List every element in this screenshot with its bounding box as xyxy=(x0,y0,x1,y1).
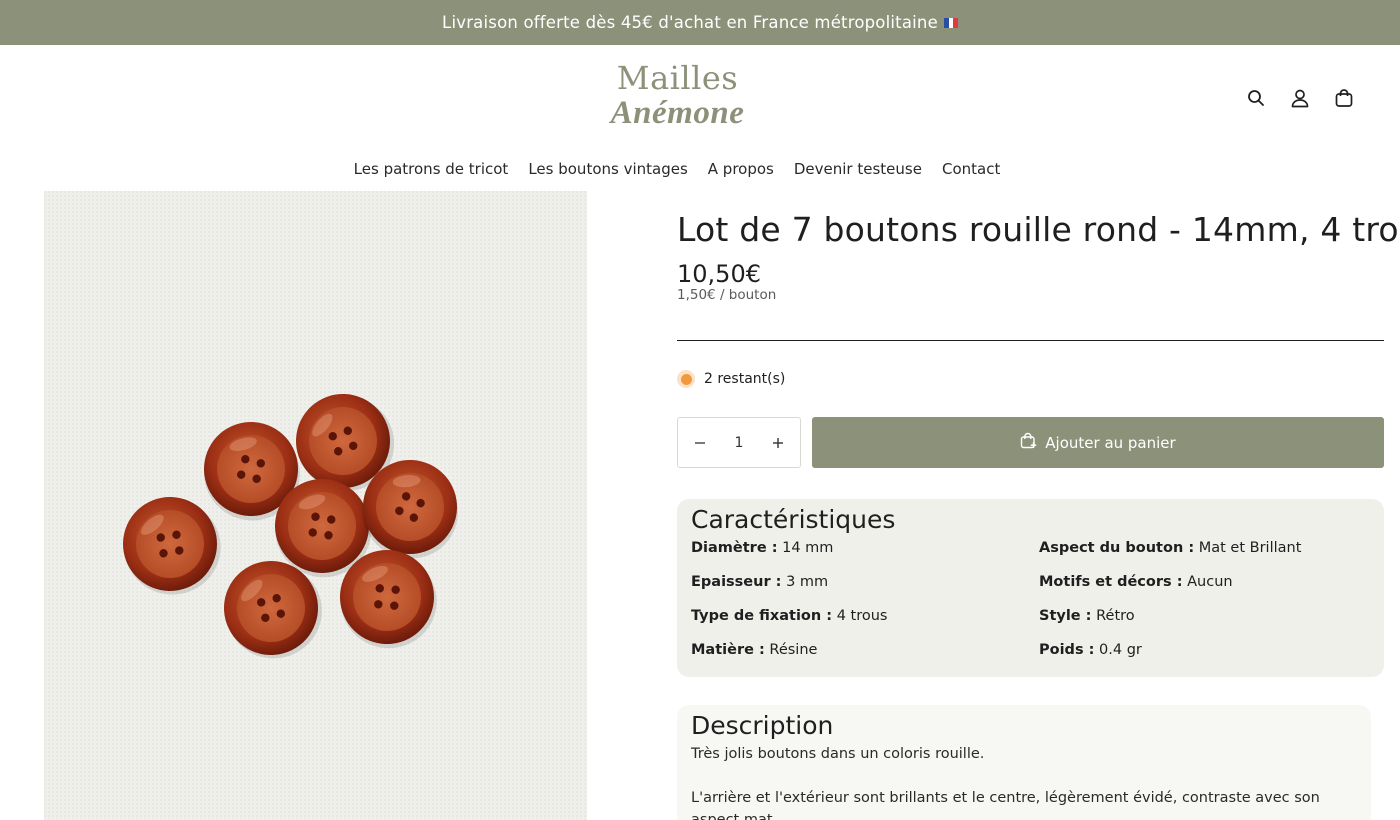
spec-label: Epaisseur : xyxy=(691,574,782,590)
spec-value: 3 mm xyxy=(786,574,829,590)
description-paragraph: L'arrière et l'extérieur sont brillants … xyxy=(691,790,1320,820)
description-heading: Description xyxy=(691,711,834,740)
nav-item-contact[interactable]: Contact xyxy=(942,160,1000,178)
spec-item: Style : Rétro xyxy=(1039,605,1369,628)
stock-dot-icon xyxy=(677,370,695,388)
spec-value: 0.4 gr xyxy=(1099,642,1142,658)
spec-label: Poids : xyxy=(1039,642,1095,658)
product-image[interactable] xyxy=(44,191,587,820)
spec-label: Aspect du bouton : xyxy=(1039,540,1195,556)
spec-label: Motifs et décors : xyxy=(1039,574,1183,590)
spec-item: Epaisseur : 3 mm xyxy=(691,571,1039,594)
french-flag-icon xyxy=(943,17,958,28)
divider xyxy=(677,340,1384,341)
announcement-bar: Livraison offerte dès 45€ d'achat en Fra… xyxy=(0,0,1400,45)
unit-price: 1,50€ / bouton xyxy=(677,287,777,303)
spec-item: Aspect du bouton : Mat et Brillant xyxy=(1039,537,1369,560)
site-logo[interactable]: Mailles Anémone xyxy=(600,60,755,132)
plus-icon[interactable] xyxy=(770,435,786,451)
nav-item-a-propos[interactable]: A propos xyxy=(708,160,774,178)
specs-card: Caractéristiques Diamètre : 14 mm Aspect… xyxy=(677,499,1384,677)
cart-icon[interactable] xyxy=(1332,86,1356,110)
specs-heading: Caractéristiques xyxy=(691,505,896,534)
spec-label: Diamètre : xyxy=(691,540,778,556)
spec-label: Type de fixation : xyxy=(691,608,833,624)
spec-item: Poids : 0.4 gr xyxy=(1039,639,1369,662)
product-title: Lot de 7 boutons rouille rond - 14mm, 4 … xyxy=(677,210,1400,249)
nav-item-testeuse[interactable]: Devenir testeuse xyxy=(794,160,922,178)
add-to-cart-label: Ajouter au panier xyxy=(1045,433,1176,452)
stock-indicator: 2 restant(s) xyxy=(677,370,1384,388)
spec-item: Diamètre : 14 mm xyxy=(691,537,1039,560)
spec-item: Matière : Résine xyxy=(691,639,1039,662)
logo-line-2: Anémone xyxy=(610,95,745,131)
spec-label: Matière : xyxy=(691,642,765,658)
spec-item: Type de fixation : 4 trous xyxy=(691,605,1039,628)
announcement-text: Livraison offerte dès 45€ d'achat en Fra… xyxy=(442,13,938,32)
product-info: Lot de 7 boutons rouille rond - 14mm, 4 … xyxy=(677,210,1400,468)
buy-row: 1 Ajouter au panier xyxy=(677,417,1384,468)
description-paragraph: Très jolis boutons dans un coloris rouil… xyxy=(691,746,985,762)
spec-label: Style : xyxy=(1039,608,1092,624)
quantity-value[interactable]: 1 xyxy=(735,435,744,451)
add-to-cart-button[interactable]: Ajouter au panier xyxy=(812,417,1384,468)
spec-value: Aucun xyxy=(1187,574,1233,590)
product-price: 10,50€ xyxy=(677,260,761,288)
header-actions xyxy=(1244,86,1356,110)
spec-value: 14 mm xyxy=(782,540,834,556)
specs-grid: Diamètre : 14 mm Aspect du bouton : Mat … xyxy=(691,537,1370,662)
nav-item-patrons[interactable]: Les patrons de tricot xyxy=(354,160,509,178)
nav-item-boutons[interactable]: Les boutons vintages xyxy=(528,160,687,178)
quantity-stepper[interactable]: 1 xyxy=(677,417,801,468)
spec-value: Mat et Brillant xyxy=(1198,540,1302,556)
stock-text: 2 restant(s) xyxy=(704,371,786,387)
bag-add-icon xyxy=(1020,432,1037,453)
spec-value: Rétro xyxy=(1096,608,1135,624)
logo-line-1: Mailles xyxy=(616,59,739,97)
spec-value: 4 trous xyxy=(836,608,888,624)
spec-value: Résine xyxy=(769,642,818,658)
description-card: Description Très jolis boutons dans un c… xyxy=(677,705,1371,820)
minus-icon[interactable] xyxy=(692,435,708,451)
spec-item: Motifs et décors : Aucun xyxy=(1039,571,1369,594)
search-icon[interactable] xyxy=(1244,86,1268,110)
main-nav: Les patrons de tricot Les boutons vintag… xyxy=(0,160,1354,178)
account-icon[interactable] xyxy=(1288,86,1312,110)
